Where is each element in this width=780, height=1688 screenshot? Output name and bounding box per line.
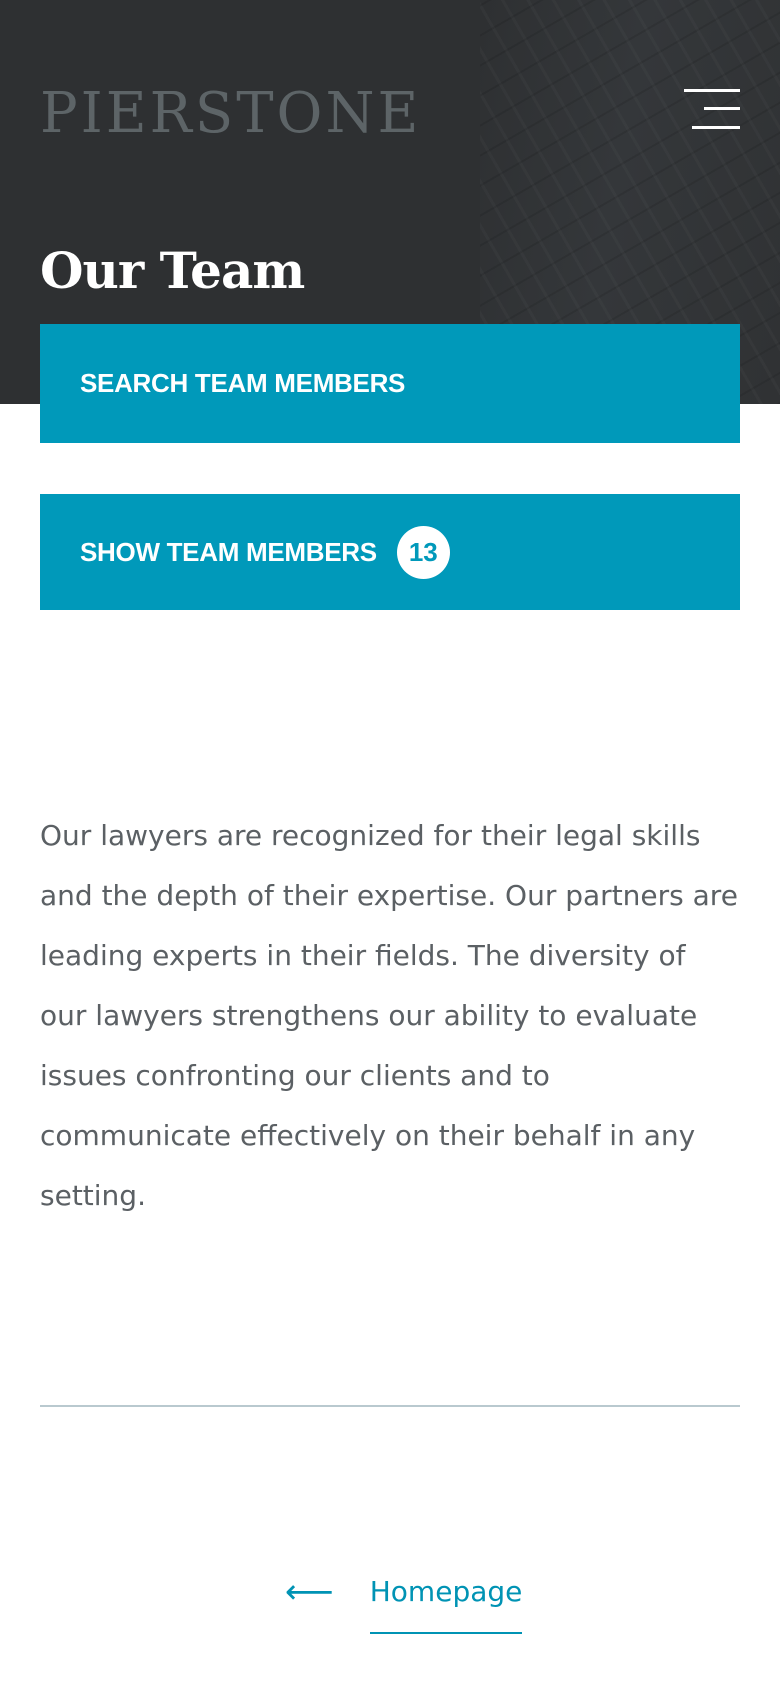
search-team-members-button[interactable]: SEARCH TEAM MEMBERS <box>40 324 740 443</box>
menu-line-bottom <box>692 126 740 129</box>
arrow-left-icon: ⟵ <box>285 1572 334 1612</box>
intro-paragraph: Our lawyers are recognized for their leg… <box>40 819 738 1212</box>
menu-line-middle <box>704 107 740 110</box>
homepage-link[interactable]: ⟵ Homepage <box>285 1562 523 1634</box>
site-logo[interactable]: PIERSTONE <box>40 72 421 156</box>
search-team-members-label: SEARCH TEAM MEMBERS <box>80 368 406 398</box>
section-divider <box>40 1405 740 1407</box>
hamburger-menu-icon[interactable] <box>680 86 742 134</box>
show-team-members-label: SHOW TEAM MEMBERS <box>80 536 377 567</box>
menu-line-top <box>684 89 740 92</box>
page-title: Our Team <box>40 241 305 300</box>
homepage-link-label: Homepage <box>369 1562 523 1634</box>
member-count-badge: 13 <box>396 525 450 579</box>
show-team-members-button[interactable]: SHOW TEAM MEMBERS 13 <box>40 494 740 610</box>
